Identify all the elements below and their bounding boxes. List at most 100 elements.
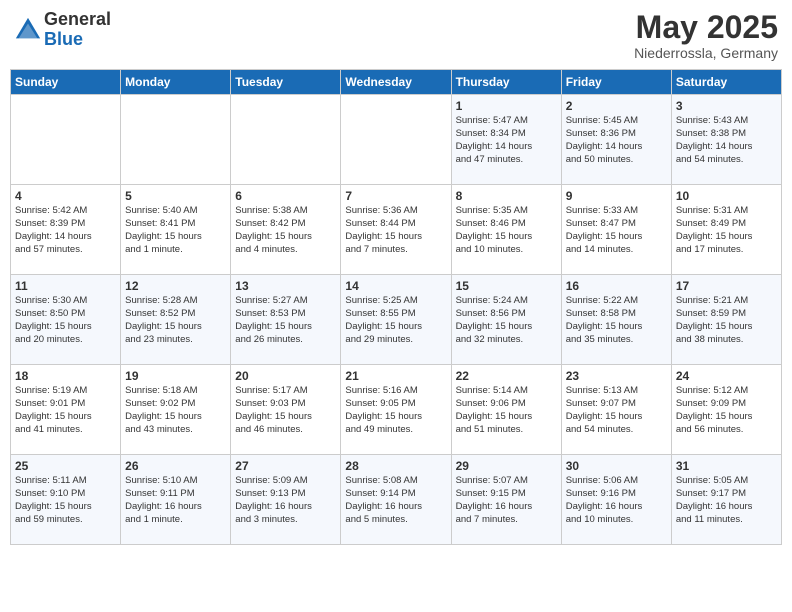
month-title: May 2025	[634, 10, 778, 45]
day-number: 5	[125, 189, 226, 203]
day-content: Sunrise: 5:28 AM Sunset: 8:52 PM Dayligh…	[125, 295, 226, 346]
calendar-cell: 16 Sunrise: 5:22 AM Sunset: 8:58 PM Dayli…	[561, 275, 671, 365]
day-number: 15	[456, 279, 557, 293]
day-number: 31	[676, 459, 777, 473]
day-number: 11	[15, 279, 116, 293]
calendar-cell: 1 Sunrise: 5:47 AM Sunset: 8:34 PM Daylig…	[451, 95, 561, 185]
day-content: Sunrise: 5:45 AM Sunset: 8:36 PM Dayligh…	[566, 115, 667, 166]
day-number: 2	[566, 99, 667, 113]
calendar-cell: 26 Sunrise: 5:10 AM Sunset: 9:11 PM Dayli…	[121, 455, 231, 545]
day-number: 8	[456, 189, 557, 203]
day-content: Sunrise: 5:05 AM Sunset: 9:17 PM Dayligh…	[676, 475, 777, 526]
calendar-cell	[341, 95, 451, 185]
day-content: Sunrise: 5:10 AM Sunset: 9:11 PM Dayligh…	[125, 475, 226, 526]
calendar-cell: 8 Sunrise: 5:35 AM Sunset: 8:46 PM Daylig…	[451, 185, 561, 275]
day-number: 28	[345, 459, 446, 473]
day-number: 17	[676, 279, 777, 293]
calendar-cell: 19 Sunrise: 5:18 AM Sunset: 9:02 PM Dayli…	[121, 365, 231, 455]
day-number: 4	[15, 189, 116, 203]
day-content: Sunrise: 5:25 AM Sunset: 8:55 PM Dayligh…	[345, 295, 446, 346]
day-number: 1	[456, 99, 557, 113]
day-number: 14	[345, 279, 446, 293]
calendar-cell: 28Sunrise: 5:08 AM Sunset: 9:14 PM Dayli…	[341, 455, 451, 545]
header-day-sunday: Sunday	[11, 70, 121, 95]
calendar-cell: 12 Sunrise: 5:28 AM Sunset: 8:52 PM Dayli…	[121, 275, 231, 365]
day-content: Sunrise: 5:06 AM Sunset: 9:16 PM Dayligh…	[566, 475, 667, 526]
day-content: Sunrise: 5:42 AM Sunset: 8:39 PM Dayligh…	[15, 205, 116, 256]
week-row-2: 4 Sunrise: 5:42 AM Sunset: 8:39 PM Daylig…	[11, 185, 782, 275]
day-content: Sunrise: 5:21 AM Sunset: 8:59 PM Dayligh…	[676, 295, 777, 346]
calendar-cell	[121, 95, 231, 185]
calendar-cell: 4 Sunrise: 5:42 AM Sunset: 8:39 PM Daylig…	[11, 185, 121, 275]
calendar-cell	[231, 95, 341, 185]
day-content: Sunrise: 5:35 AM Sunset: 8:46 PM Dayligh…	[456, 205, 557, 256]
day-number: 29	[456, 459, 557, 473]
day-content: Sunrise: 5:22 AM Sunset: 8:58 PM Dayligh…	[566, 295, 667, 346]
day-content: Sunrise: 5:18 AM Sunset: 9:02 PM Dayligh…	[125, 385, 226, 436]
day-content: Sunrise: 5:11 AM Sunset: 9:10 PM Dayligh…	[15, 475, 116, 526]
day-content: Sunrise: 5:12 AM Sunset: 9:09 PM Dayligh…	[676, 385, 777, 436]
day-content: Sunrise: 5:38 AM Sunset: 8:42 PM Dayligh…	[235, 205, 336, 256]
location-subtitle: Niederrossla, Germany	[634, 45, 778, 61]
day-content: Sunrise: 5:07 AM Sunset: 9:15 PM Dayligh…	[456, 475, 557, 526]
calendar-cell: 2 Sunrise: 5:45 AM Sunset: 8:36 PM Daylig…	[561, 95, 671, 185]
day-content: Sunrise: 5:40 AM Sunset: 8:41 PM Dayligh…	[125, 205, 226, 256]
header-day-friday: Friday	[561, 70, 671, 95]
day-content: Sunrise: 5:19 AM Sunset: 9:01 PM Dayligh…	[15, 385, 116, 436]
week-row-1: 1 Sunrise: 5:47 AM Sunset: 8:34 PM Daylig…	[11, 95, 782, 185]
day-number: 21	[345, 369, 446, 383]
calendar-cell: 18 Sunrise: 5:19 AM Sunset: 9:01 PM Dayli…	[11, 365, 121, 455]
calendar-cell: 11 Sunrise: 5:30 AM Sunset: 8:50 PM Dayli…	[11, 275, 121, 365]
title-area: May 2025 Niederrossla, Germany	[634, 10, 778, 61]
header-row: SundayMondayTuesdayWednesdayThursdayFrid…	[11, 70, 782, 95]
day-number: 24	[676, 369, 777, 383]
header-day-thursday: Thursday	[451, 70, 561, 95]
calendar-cell: 22Sunrise: 5:14 AM Sunset: 9:06 PM Dayli…	[451, 365, 561, 455]
day-content: Sunrise: 5:43 AM Sunset: 8:38 PM Dayligh…	[676, 115, 777, 166]
calendar-cell: 7Sunrise: 5:36 AM Sunset: 8:44 PM Daylig…	[341, 185, 451, 275]
day-content: Sunrise: 5:27 AM Sunset: 8:53 PM Dayligh…	[235, 295, 336, 346]
day-number: 20	[235, 369, 336, 383]
header-day-saturday: Saturday	[671, 70, 781, 95]
day-number: 30	[566, 459, 667, 473]
day-content: Sunrise: 5:31 AM Sunset: 8:49 PM Dayligh…	[676, 205, 777, 256]
day-content: Sunrise: 5:30 AM Sunset: 8:50 PM Dayligh…	[15, 295, 116, 346]
week-row-5: 25 Sunrise: 5:11 AM Sunset: 9:10 PM Dayli…	[11, 455, 782, 545]
day-content: Sunrise: 5:16 AM Sunset: 9:05 PM Dayligh…	[345, 385, 446, 436]
calendar-cell: 14 Sunrise: 5:25 AM Sunset: 8:55 PM Dayli…	[341, 275, 451, 365]
day-number: 18	[15, 369, 116, 383]
calendar-header: SundayMondayTuesdayWednesdayThursdayFrid…	[11, 70, 782, 95]
calendar-cell: 25 Sunrise: 5:11 AM Sunset: 9:10 PM Dayli…	[11, 455, 121, 545]
day-content: Sunrise: 5:17 AM Sunset: 9:03 PM Dayligh…	[235, 385, 336, 436]
day-number: 16	[566, 279, 667, 293]
logo-icon	[14, 16, 42, 44]
calendar-cell: 24 Sunrise: 5:12 AM Sunset: 9:09 PM Dayli…	[671, 365, 781, 455]
day-number: 12	[125, 279, 226, 293]
calendar-cell: 13 Sunrise: 5:27 AM Sunset: 8:53 PM Dayli…	[231, 275, 341, 365]
calendar-cell	[11, 95, 121, 185]
week-row-4: 18 Sunrise: 5:19 AM Sunset: 9:01 PM Dayli…	[11, 365, 782, 455]
logo: General Blue	[14, 10, 111, 50]
calendar-cell: 9Sunrise: 5:33 AM Sunset: 8:47 PM Daylig…	[561, 185, 671, 275]
day-number: 26	[125, 459, 226, 473]
calendar-cell: 29 Sunrise: 5:07 AM Sunset: 9:15 PM Dayli…	[451, 455, 561, 545]
header-day-wednesday: Wednesday	[341, 70, 451, 95]
logo-general-text: General	[44, 10, 111, 30]
day-number: 13	[235, 279, 336, 293]
day-number: 19	[125, 369, 226, 383]
page-header: General Blue May 2025 Niederrossla, Germ…	[10, 10, 782, 61]
day-number: 3	[676, 99, 777, 113]
logo-blue-text: Blue	[44, 30, 111, 50]
calendar-cell: 21 Sunrise: 5:16 AM Sunset: 9:05 PM Dayli…	[341, 365, 451, 455]
day-content: Sunrise: 5:47 AM Sunset: 8:34 PM Dayligh…	[456, 115, 557, 166]
day-content: Sunrise: 5:09 AM Sunset: 9:13 PM Dayligh…	[235, 475, 336, 526]
day-number: 25	[15, 459, 116, 473]
day-number: 9	[566, 189, 667, 203]
calendar-cell: 5 Sunrise: 5:40 AM Sunset: 8:41 PM Daylig…	[121, 185, 231, 275]
calendar-cell: 30 Sunrise: 5:06 AM Sunset: 9:16 PM Dayli…	[561, 455, 671, 545]
calendar-cell: 23Sunrise: 5:13 AM Sunset: 9:07 PM Dayli…	[561, 365, 671, 455]
day-number: 10	[676, 189, 777, 203]
logo-text: General Blue	[44, 10, 111, 50]
day-content: Sunrise: 5:14 AM Sunset: 9:06 PM Dayligh…	[456, 385, 557, 436]
day-number: 27	[235, 459, 336, 473]
